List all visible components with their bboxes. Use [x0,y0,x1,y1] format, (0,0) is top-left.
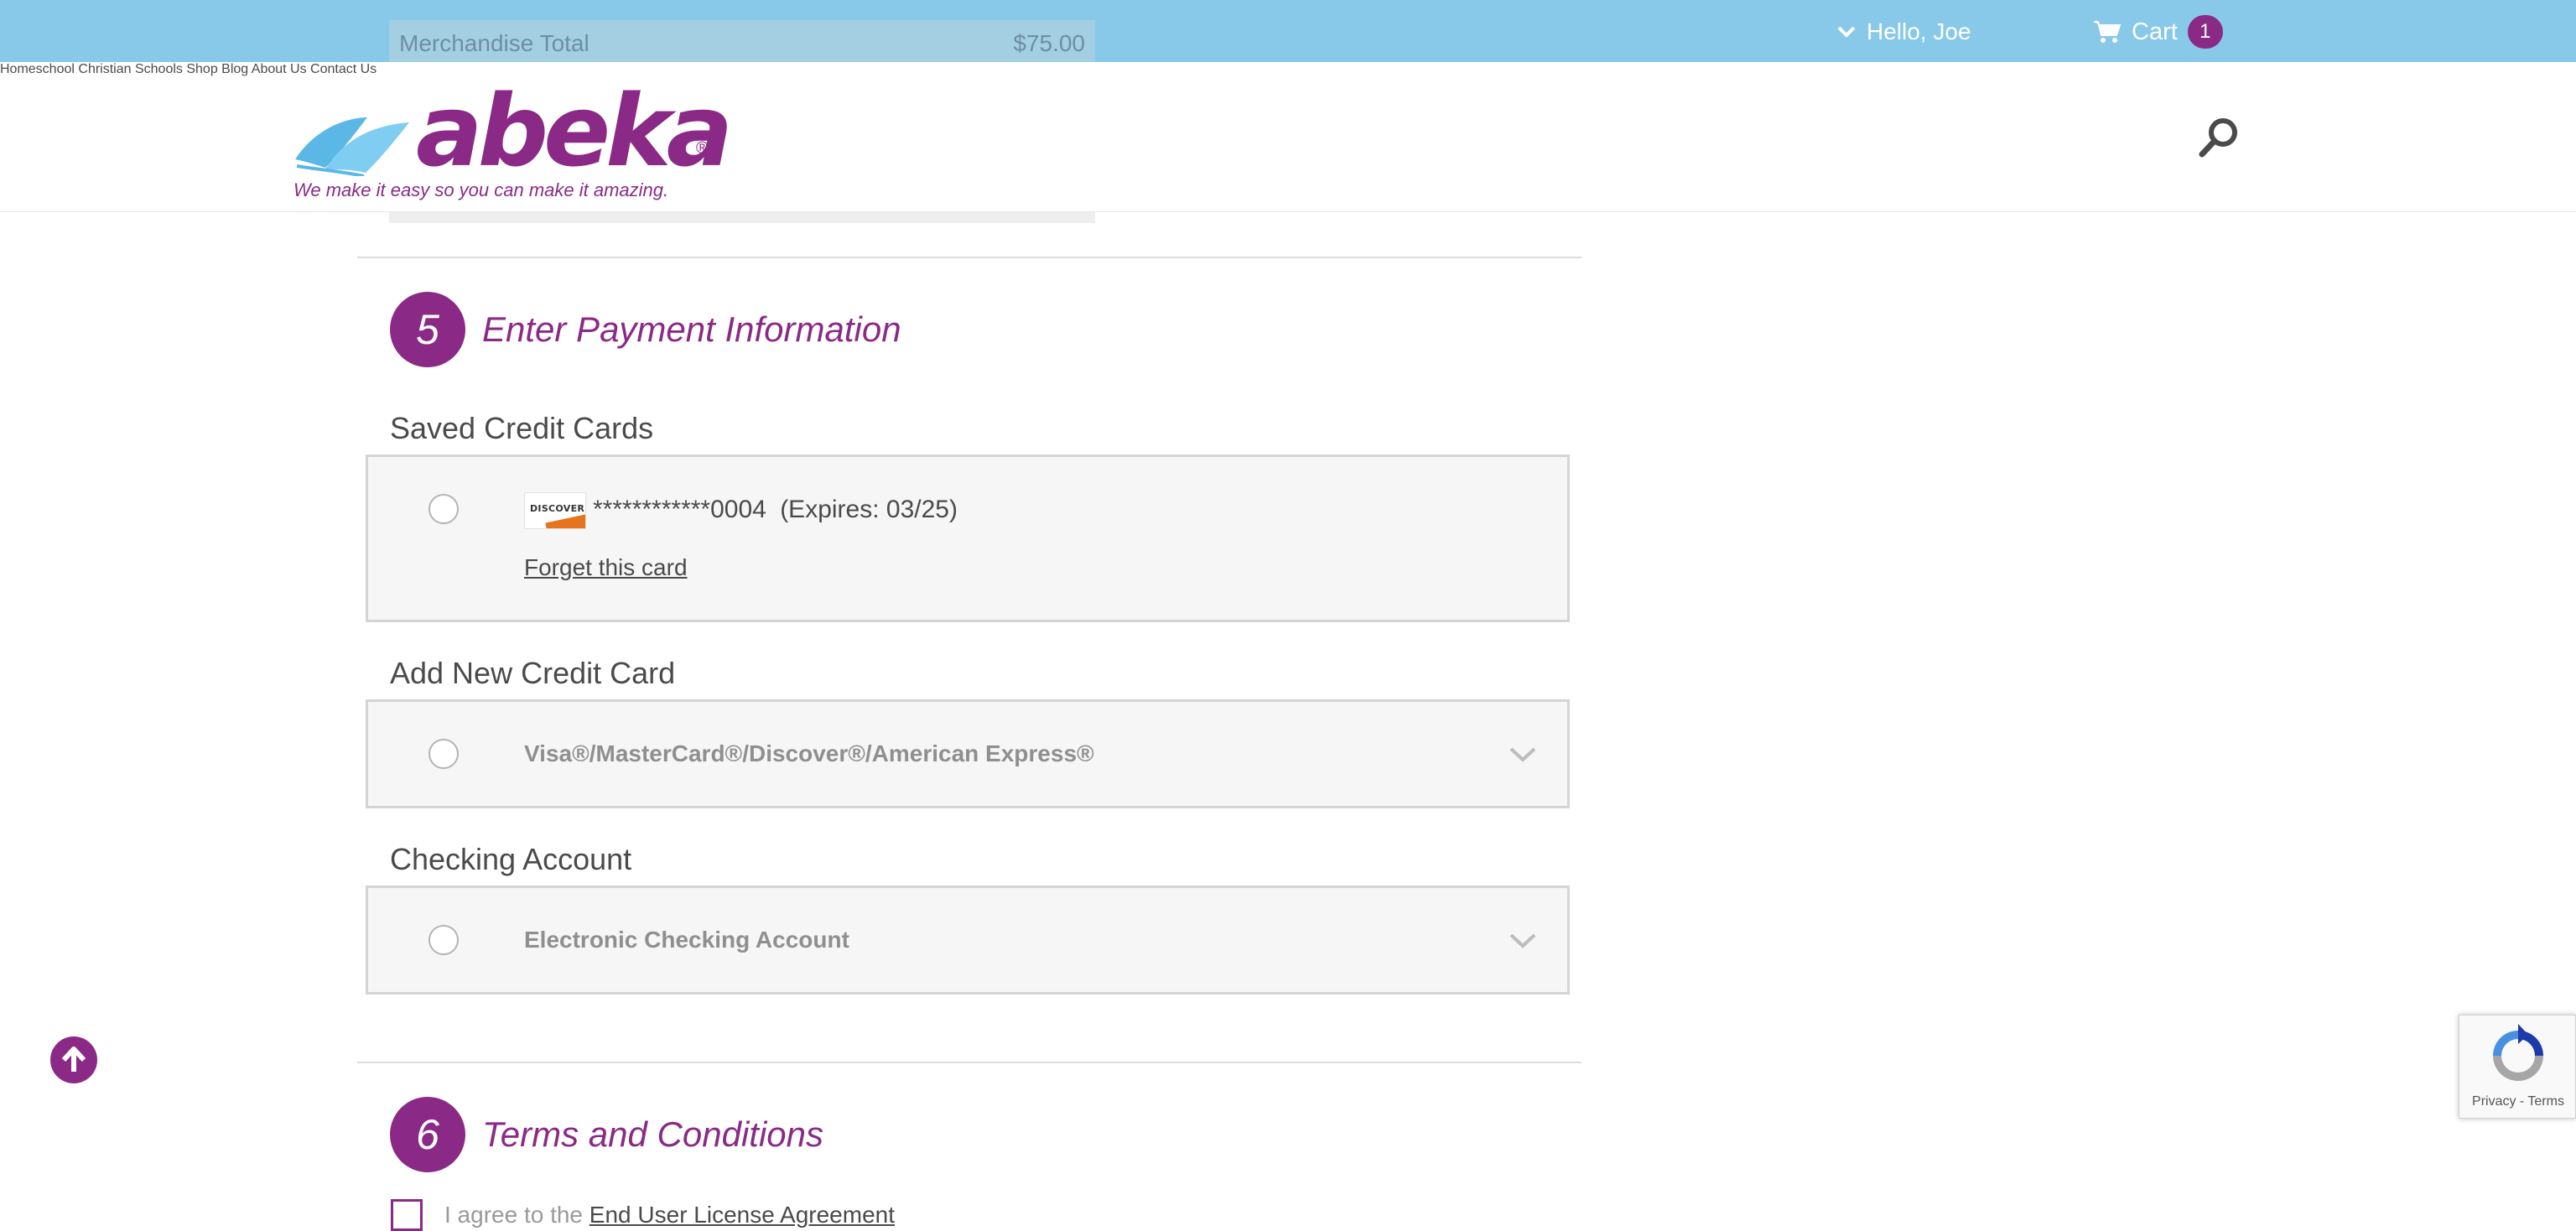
checking-account-option[interactable]: Electronic Checking Account [366,886,1570,995]
checking-account-radio[interactable] [428,925,459,955]
saved-cards-label: Saved Credit Cards [390,411,654,445]
chevron-down-icon[interactable] [1509,745,1537,764]
abeka-logo[interactable]: abeka ® We make it easy so you can make … [292,81,733,205]
order-summary-panel [389,211,1095,223]
recaptcha-terms-link[interactable]: Terms [2527,1094,2564,1109]
recaptcha-links: Privacy - Terms [2459,1094,2576,1109]
site-header: abeka ® We make it easy so you can make … [0,62,2576,212]
terms-agree-prefix: I agree to the [444,1202,584,1228]
nav-about-us[interactable]: About Us [252,62,307,76]
add-card-label: Add New Credit Card [390,656,676,690]
section-divider [357,1062,1581,1063]
add-card-radio[interactable] [428,739,459,769]
arrow-up-icon [61,1047,86,1072]
saved-card-radio[interactable] [428,494,459,524]
card-expiry: (Expires: 03/25) [780,496,958,523]
cart-label: Cart [2132,18,2178,45]
cart-count-badge: 1 [2187,15,2223,49]
checking-account-label: Checking Account [390,842,632,876]
merchandise-total-label: Merchandise Total [399,30,589,56]
terms-agreement-row: I agree to the End User License Agreemen… [391,1199,895,1231]
eula-link[interactable]: End User License Agreement [589,1202,895,1228]
add-card-option-label: Visa®/MasterCard®/Discover®/American Exp… [524,740,1094,766]
nav-contact-us[interactable]: Contact Us [310,62,377,76]
cart-link[interactable]: Cart 1 [2093,15,2223,49]
step-number-badge: 5 [390,292,465,367]
step-title: Terms and Conditions [482,1114,823,1154]
saved-card-details: ************0004 (Expires: 03/25) [593,496,958,524]
forget-card-link[interactable]: Forget this card [524,554,688,581]
merchandise-total-row: Merchandise Total $75.00 [389,20,1095,62]
step-number-badge: 6 [390,1097,465,1172]
saved-card-panel: DISCOVER ************0004 (Expires: 03/2… [366,454,1570,622]
logo-wordmark: abeka [416,73,733,189]
recaptcha-badge[interactable]: Privacy - Terms [2459,1015,2576,1119]
section-divider [357,257,1581,258]
search-icon[interactable] [2197,116,2241,159]
nav-blog[interactable]: Blog [221,62,248,76]
top-utility-bar: Merchandise Total $75.00 Hello, Joe Cart… [0,0,2576,62]
nav-homeschool[interactable]: Homeschool [0,62,75,76]
recaptcha-privacy-link[interactable]: Privacy [2472,1094,2516,1109]
nav-christian-schools[interactable]: Christian Schools [78,62,183,76]
card-number: ************0004 [593,496,766,523]
back-to-top-button[interactable] [50,1036,97,1083]
checking-account-option-label: Electronic Checking Account [524,927,849,953]
terms-step-heading: 6 Terms and Conditions [390,1097,823,1172]
open-book-icon [295,117,409,176]
chevron-down-icon[interactable] [1509,932,1537,950]
greeting-text: Hello, Joe [1867,18,1971,44]
add-card-option[interactable]: Visa®/MasterCard®/Discover®/American Exp… [366,699,1570,808]
discover-logo: DISCOVER [524,492,586,529]
step-title: Enter Payment Information [482,309,901,349]
discover-swoosh [545,513,585,528]
discover-brand-text: DISCOVER [530,503,585,514]
logo-tagline: We make it easy so you can make it amazi… [293,179,669,200]
chevron-down-icon [1837,26,1856,38]
nav-shop[interactable]: Shop [186,62,217,76]
recaptcha-separator: - [2516,1094,2528,1109]
payment-step-heading: 5 Enter Payment Information [390,292,901,367]
merchandise-total-value: $75.00 [1013,30,1085,56]
account-menu[interactable]: Hello, Joe [1836,17,1971,47]
terms-agreement-text: I agree to the End User License Agreemen… [444,1202,895,1228]
recaptcha-icon [2493,1024,2543,1081]
logo-registered-mark: ® [696,139,709,158]
cart-icon [2094,21,2122,43]
terms-checkbox[interactable] [391,1199,423,1231]
